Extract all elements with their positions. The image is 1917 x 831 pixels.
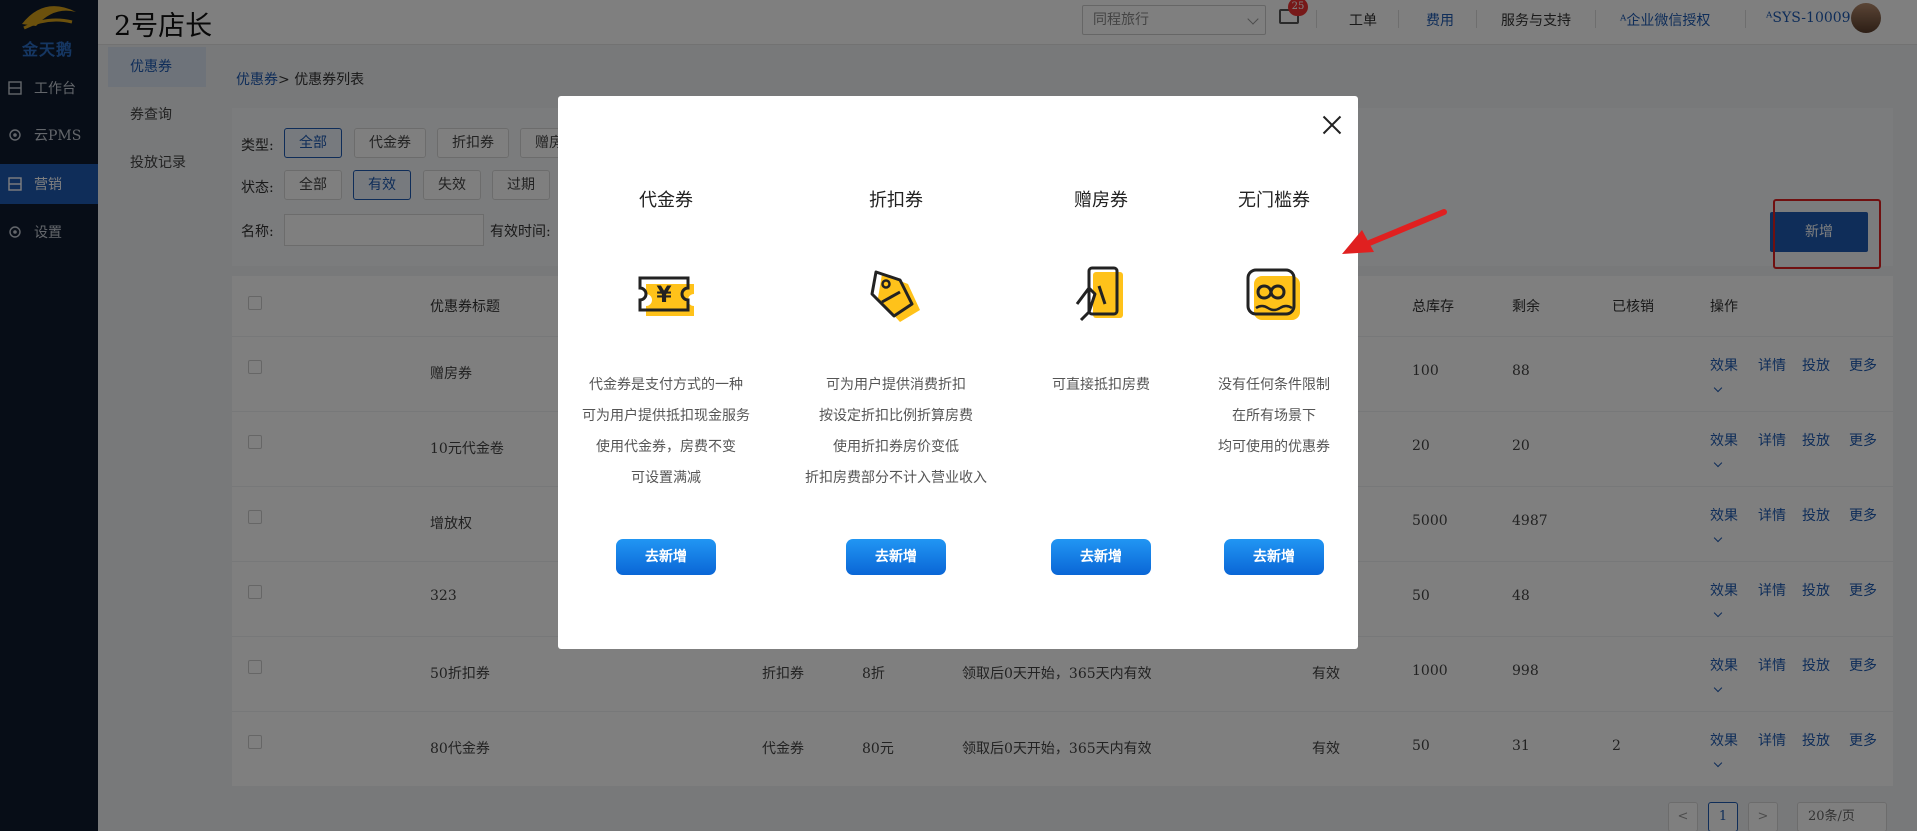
coupon-type-title: 赠房券 bbox=[1074, 190, 1128, 211]
desc-line: 可为用户提供消费折扣 bbox=[826, 377, 966, 393]
desc-line: 可设置满减 bbox=[631, 470, 701, 486]
coupon-type-title: 折扣券 bbox=[869, 190, 923, 211]
desc-line: 使用折扣券房价变低 bbox=[833, 439, 959, 455]
desc-line: 按设定折扣比例折算房费 bbox=[819, 408, 973, 424]
red-arrow-annotation-icon bbox=[1342, 209, 1447, 254]
desc-line: 折扣房费部分不计入营业收入 bbox=[805, 470, 987, 486]
add-room-coupon-button[interactable]: 去新增 bbox=[1051, 539, 1151, 575]
desc-line: 均可使用的优惠券 bbox=[1218, 439, 1330, 455]
svg-text:¥: ¥ bbox=[656, 283, 672, 308]
coupon-type-title: 代金券 bbox=[639, 190, 693, 211]
desc-line: 在所有场景下 bbox=[1232, 408, 1316, 424]
desc-line: 可直接抵扣房费 bbox=[1052, 377, 1150, 393]
desc-line: 没有任何条件限制 bbox=[1218, 377, 1330, 393]
desc-line: 可为用户提供抵扣现金服务 bbox=[582, 408, 750, 424]
discount-tag-icon bbox=[870, 270, 920, 322]
add-discount-coupon-button[interactable]: 去新增 bbox=[846, 539, 946, 575]
coupon-type-desc: 可为用户提供消费折扣 按设定折扣比例折算房费 使用折扣券房价变低 折扣房费部分不… bbox=[796, 370, 996, 494]
room-gift-icon bbox=[1075, 266, 1123, 322]
coupon-type-desc: 代金券是支付方式的一种 可为用户提供抵扣现金服务 使用代金券，房费不变 可设置满… bbox=[566, 370, 766, 494]
infinity-coupon-icon bbox=[1246, 268, 1300, 320]
desc-line: 使用代金券，房费不变 bbox=[596, 439, 736, 455]
coupon-type-modal: 代金券 ¥ 代金券是支付方式的一种 可为用户提供抵扣现金服务 使用代金券，房费不… bbox=[558, 96, 1358, 649]
cash-voucher-icon: ¥ bbox=[638, 276, 694, 316]
desc-line: 代金券是支付方式的一种 bbox=[589, 377, 743, 393]
add-unlimited-coupon-button[interactable]: 去新增 bbox=[1224, 539, 1324, 575]
coupon-type-desc: 没有任何条件限制 在所有场景下 均可使用的优惠券 bbox=[1174, 370, 1374, 463]
coupon-type-desc: 可直接抵扣房费 bbox=[1001, 370, 1201, 401]
close-icon[interactable] bbox=[1318, 111, 1346, 139]
add-cash-voucher-button[interactable]: 去新增 bbox=[616, 539, 716, 575]
